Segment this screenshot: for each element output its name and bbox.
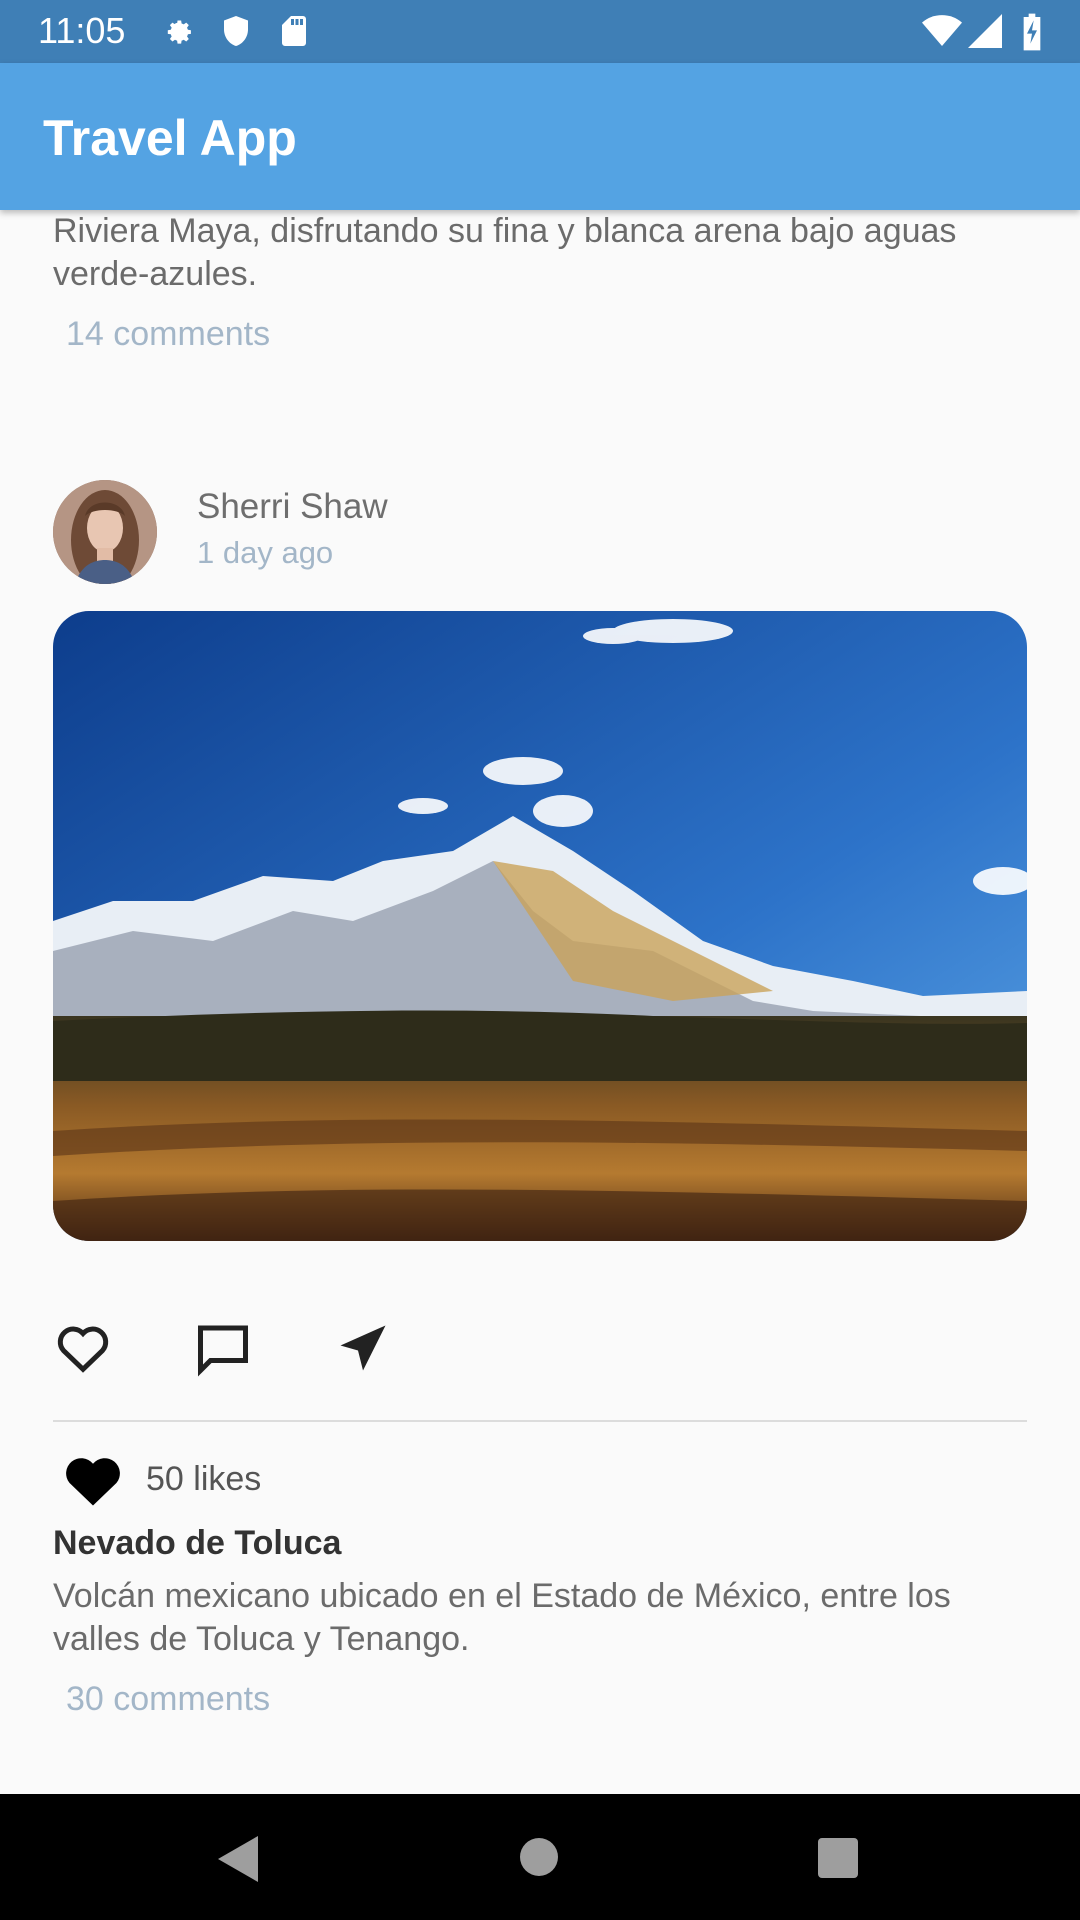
navigation-bar (0, 1794, 1080, 1920)
send-button[interactable] (333, 1318, 393, 1378)
app-bar: Travel App (0, 63, 1080, 210)
likes-heart-icon (62, 1452, 124, 1513)
sd-card-icon (276, 13, 312, 54)
post-description: Volcán mexicano ubicado en el Estado de … (53, 1577, 951, 1658)
post-title: Nevado de Toluca (53, 1524, 342, 1562)
like-button[interactable] (53, 1318, 113, 1378)
previous-post-comments-link[interactable]: 14 comments (66, 315, 270, 354)
feed[interactable]: Riviera Maya, disfrutando su fina y blan… (0, 210, 1080, 1794)
status-time: 11:05 (38, 10, 126, 51)
post-time: 1 day ago (197, 535, 334, 570)
wifi-icon (922, 13, 962, 54)
post-photo[interactable] (53, 611, 1027, 1241)
recents-icon[interactable] (818, 1838, 858, 1883)
comment-button[interactable] (193, 1318, 253, 1378)
shield-icon (218, 13, 254, 54)
author-name: Sherri Shaw (197, 487, 388, 526)
previous-post-description: Riviera Maya, disfrutando su fina y blan… (53, 212, 957, 293)
author-avatar[interactable] (53, 480, 157, 584)
app-title: Travel App (43, 110, 297, 166)
signal-icon (968, 13, 1002, 54)
likes-count: 50 likes (146, 1460, 262, 1498)
home-icon[interactable] (520, 1838, 558, 1881)
post-comments-link[interactable]: 30 comments (66, 1680, 270, 1719)
divider (53, 1420, 1027, 1422)
back-icon[interactable] (218, 1836, 258, 1887)
settings-gear-icon (160, 13, 196, 54)
battery-charging-icon (1022, 13, 1042, 56)
status-bar: 11:05 (0, 0, 1080, 63)
